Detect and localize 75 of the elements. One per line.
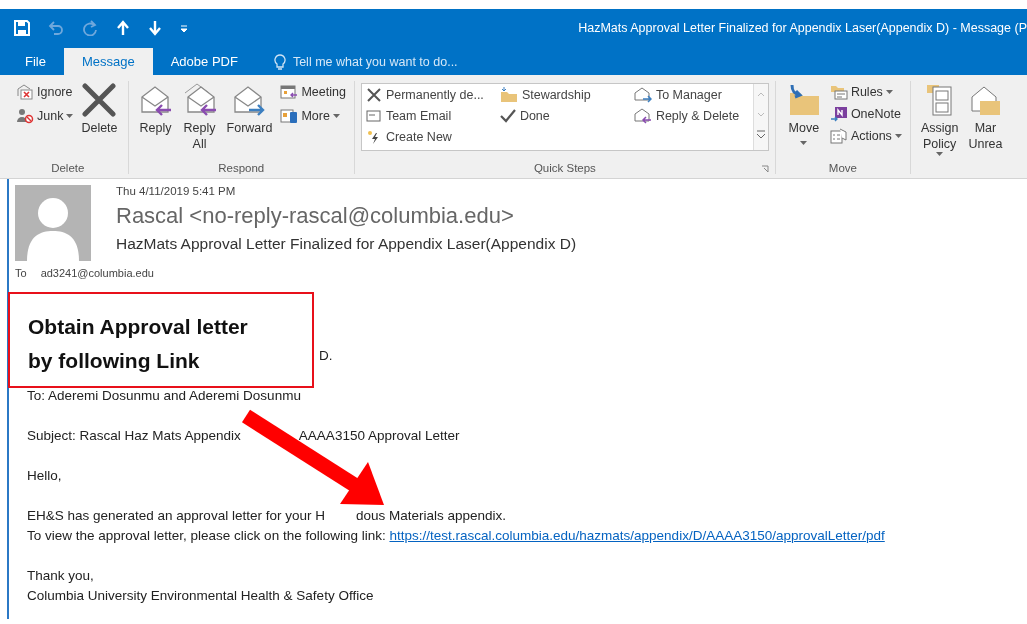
reply-button[interactable]: Reply <box>134 81 177 162</box>
file-cabinet-icon <box>924 83 955 117</box>
rules-icon <box>829 84 848 100</box>
body-text: To view the approval letter, please click on the following link: <box>27 527 386 543</box>
folder-icon <box>499 86 518 103</box>
envelope-forward-icon <box>633 86 652 103</box>
up-arrow-icon[interactable] <box>116 20 130 36</box>
more-button[interactable]: More <box>278 107 348 125</box>
mark-unread-button[interactable]: Mar Unrea <box>964 81 1003 174</box>
quick-step[interactable]: Reply & Delete <box>631 105 752 126</box>
quick-step[interactable]: Team Email <box>363 105 498 126</box>
move-button[interactable]: Move <box>781 81 826 162</box>
checkmark-icon <box>499 108 516 123</box>
save-icon[interactable] <box>14 20 30 36</box>
dialog-launcher-icon[interactable] <box>760 165 769 173</box>
group-label: Respond <box>217 162 266 174</box>
quick-step[interactable]: To Manager <box>631 84 752 105</box>
delete-icon <box>81 83 118 117</box>
ignore-icon <box>16 84 34 100</box>
ribbon-tab[interactable]: Adobe PDF <box>152 48 256 75</box>
sender: Rascal <no-reply-rascal@columbia.edu> <box>116 203 515 229</box>
body-text: dous Materials appendix. <box>355 507 506 523</box>
ribbon-tab[interactable]: File <box>7 48 64 75</box>
caret-icon <box>800 140 808 145</box>
lightbulb-icon <box>273 53 286 70</box>
calendar-icon <box>280 84 299 100</box>
onenote-button[interactable]: OneNote <box>827 105 904 123</box>
actions-icon <box>829 128 848 144</box>
body-text: Hello, <box>27 467 62 483</box>
body-text: EH&S has generated an approval letter for your H <box>27 507 325 523</box>
quick-step[interactable]: Stewardship <box>497 84 632 105</box>
body-text: AAAA3150 Approval Letter <box>298 427 460 443</box>
caret-icon <box>936 152 944 157</box>
window-title: HazMats Approval Letter Finalized for Appendix Laser(Appendix D) - Message (P <box>578 21 1027 35</box>
person-block-icon <box>16 108 34 124</box>
ignore-button[interactable]: Ignore <box>14 83 76 101</box>
email-icon <box>365 108 382 123</box>
envelope-reply-all-icon <box>182 83 217 117</box>
actions-button[interactable]: Actions <box>827 127 904 145</box>
forward-button[interactable]: Forward <box>222 81 277 162</box>
body-text: Thank you, <box>27 567 94 583</box>
to-label: To <box>15 267 27 279</box>
group-label: Delete <box>50 162 86 174</box>
delete-button[interactable]: Delete <box>77 81 122 162</box>
tell-me-field[interactable]: Tell me what you want to do... <box>290 53 495 70</box>
down-arrow-icon[interactable] <box>148 20 162 36</box>
x-icon <box>365 87 382 102</box>
sent-date: Thu 4/11/2019 5:41 PM <box>116 185 237 197</box>
caret-icon <box>894 134 902 138</box>
rules-button[interactable]: Rules <box>827 83 904 101</box>
reply-all-button[interactable]: Reply All <box>178 81 221 162</box>
caret-icon <box>885 90 893 94</box>
assign-policy-button[interactable]: Assign Policy <box>916 81 963 174</box>
quick-step[interactable]: Create New <box>363 126 498 147</box>
quick-step[interactable]: Done <box>497 105 632 126</box>
group-label: Move <box>827 162 858 174</box>
customize-icon[interactable] <box>180 23 188 33</box>
approval-link[interactable]: https://test.rascal.columbia.edu/hazmats/appendix/D/AAAA3150/approvalLetter/pdf <box>389 527 885 543</box>
recipient: ad3241@columbia.edu <box>40 267 154 279</box>
envelope-reply-icon <box>633 107 652 124</box>
body-text: Columbia University Environmental Health & Safety Office <box>27 587 374 603</box>
body-text: D. <box>319 347 333 363</box>
ribbon-tab[interactable]: Message <box>63 48 153 75</box>
callout-text: Obtain Approval letter by following Link <box>28 315 248 372</box>
junk-button[interactable]: Junk <box>14 107 76 125</box>
caret-icon <box>332 114 340 118</box>
message-subject: HazMats Approval Letter Finalized for Appendix Laser(Appendix D) <box>116 235 577 253</box>
caret-icon <box>66 114 74 118</box>
meeting-button[interactable]: Meeting <box>278 83 348 101</box>
group-label: Quick Steps <box>533 162 596 174</box>
quick-step[interactable]: Permanently de... <box>363 84 498 105</box>
more-respond-icon <box>280 108 299 124</box>
notebook-icon <box>829 106 848 122</box>
body-text: To: Aderemi Dosunmu and Aderemi Dosunmu <box>27 387 301 403</box>
body-text: Subject: Rascal Haz Mats Appendix <box>27 427 241 443</box>
